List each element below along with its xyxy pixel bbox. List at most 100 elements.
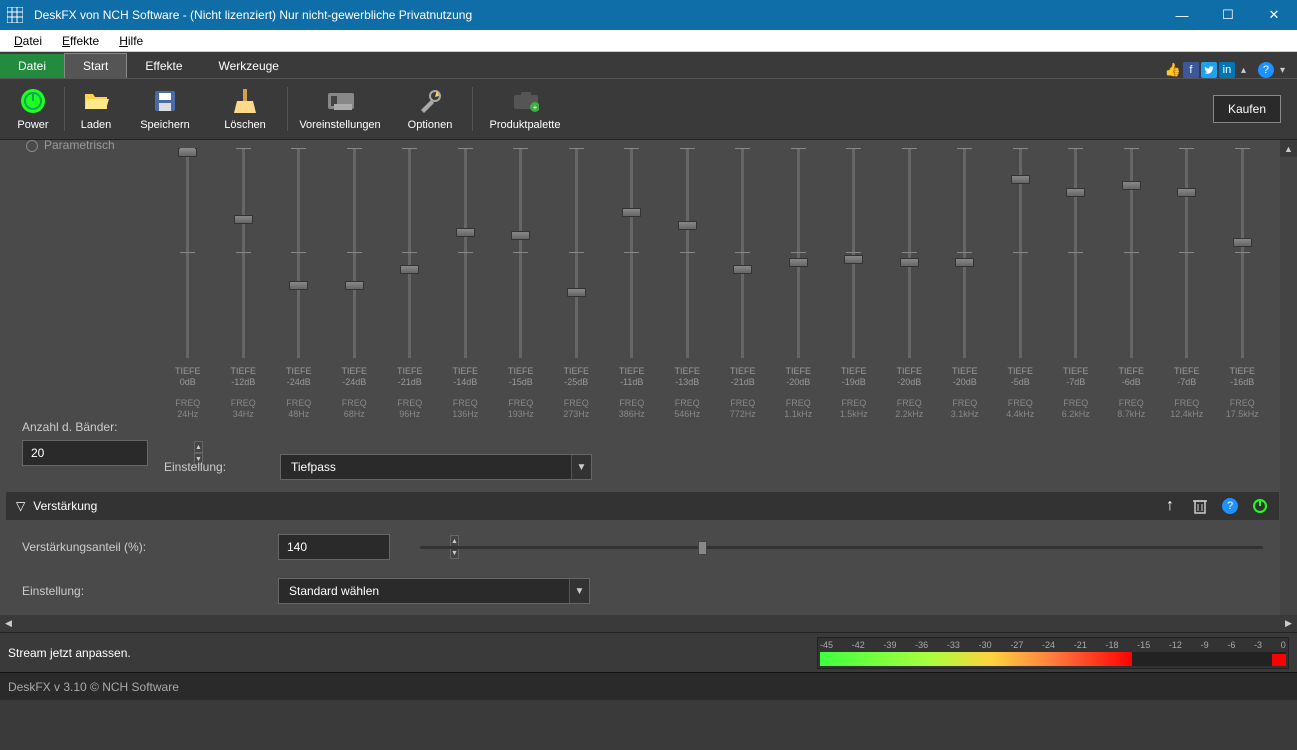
amp-setting-value: Standard wählen bbox=[279, 584, 569, 598]
minimize-button[interactable]: — bbox=[1159, 0, 1205, 30]
eq-slider[interactable] bbox=[852, 148, 855, 358]
close-button[interactable]: ✕ bbox=[1251, 0, 1297, 30]
vertical-scrollbar[interactable]: ▲ ▼ bbox=[1280, 140, 1297, 632]
power-button[interactable]: Power bbox=[4, 80, 62, 138]
eq-band: TIEFE-21dB FREQ96Hz bbox=[382, 144, 438, 420]
section-power-icon[interactable] bbox=[1251, 497, 1269, 515]
eq-slider[interactable] bbox=[908, 148, 911, 358]
chevron-down-icon[interactable]: ▼ bbox=[569, 579, 589, 603]
eq-slider[interactable] bbox=[519, 148, 522, 358]
amp-title: Verstärkung bbox=[33, 499, 1149, 513]
presets-label: Voreinstellungen bbox=[299, 119, 380, 131]
presets-button[interactable]: Voreinstellungen bbox=[290, 80, 390, 138]
eq-setting-value: Tiefpass bbox=[281, 460, 571, 474]
eq-band: TIEFE-21dBFREQ772Hz bbox=[715, 144, 771, 420]
eq-slider[interactable] bbox=[741, 148, 744, 358]
eq-slider[interactable] bbox=[464, 148, 467, 358]
menu-effects[interactable]: Effekte bbox=[54, 32, 107, 50]
tab-file[interactable]: Datei bbox=[0, 54, 64, 78]
scroll-left-icon[interactable]: ◀ bbox=[0, 615, 17, 632]
eq-slider[interactable] bbox=[1241, 148, 1244, 358]
eq-slider[interactable] bbox=[1130, 148, 1133, 358]
eq-band: TIEFE-24dBFREQ48Hz bbox=[271, 144, 327, 420]
dropdown-icon[interactable]: ▾ bbox=[1280, 65, 1285, 76]
eq-slider[interactable] bbox=[353, 148, 356, 358]
eq-slider[interactable] bbox=[686, 148, 689, 358]
eq-freq-label: FREQ2.2kHz bbox=[895, 398, 923, 420]
status-text: Stream jetzt anpassen. bbox=[8, 646, 131, 660]
menu-help[interactable]: Hilfe bbox=[111, 32, 151, 50]
eq-band: TIEFE-11dBFREQ386Hz bbox=[604, 144, 660, 420]
trash-icon[interactable] bbox=[1191, 497, 1209, 515]
chevron-down-icon[interactable]: ▼ bbox=[571, 455, 591, 479]
eq-depth-label: TIEFE-21dB bbox=[397, 366, 423, 388]
amp-setting-combo[interactable]: Standard wählen ▼ bbox=[278, 578, 590, 604]
eq-band: TIEFE-25dBFREQ273Hz bbox=[549, 144, 605, 420]
save-button[interactable]: Speichern bbox=[125, 80, 205, 138]
help-icon[interactable]: ? bbox=[1221, 497, 1239, 515]
help-icon[interactable]: ? bbox=[1258, 62, 1274, 78]
tab-effects[interactable]: Effekte bbox=[127, 54, 200, 78]
eq-depth-label: TIEFE-16dB bbox=[1229, 366, 1255, 388]
eq-slider[interactable] bbox=[1019, 148, 1022, 358]
options-button[interactable]: Optionen bbox=[390, 80, 470, 138]
eq-band: TIEFE0dBFREQ24Hz bbox=[160, 144, 216, 420]
horizontal-scrollbar[interactable]: ◀ ▶ bbox=[0, 615, 1297, 632]
amp-spinner[interactable]: ▲▼ bbox=[278, 534, 390, 560]
eq-slider[interactable] bbox=[242, 148, 245, 358]
eq-slider[interactable] bbox=[408, 148, 411, 358]
clear-button[interactable]: Löschen bbox=[205, 80, 285, 138]
maximize-button[interactable]: ☐ bbox=[1205, 0, 1251, 30]
eq-slider[interactable] bbox=[1185, 148, 1188, 358]
eq-depth-label: TIEFE-11dB bbox=[619, 366, 645, 388]
tab-tools[interactable]: Werkzeuge bbox=[201, 54, 297, 78]
eq-setting-combo[interactable]: Tiefpass ▼ bbox=[280, 454, 592, 480]
eq-depth-label: TIEFE-20dB bbox=[896, 366, 922, 388]
parametric-radio[interactable] bbox=[26, 140, 38, 152]
move-up-icon[interactable]: ↑ bbox=[1161, 497, 1179, 515]
level-meter: -45-42-39-36-33-30-27-24-21-18-15-12-9-6… bbox=[817, 637, 1289, 669]
eq-slider[interactable] bbox=[963, 148, 966, 358]
eq-freq-label: FREQ96Hz bbox=[397, 398, 422, 420]
amp-slider[interactable] bbox=[420, 540, 1263, 554]
thumbs-up-icon[interactable]: 👍 bbox=[1165, 62, 1181, 78]
eq-depth-label: TIEFE-20dB bbox=[785, 366, 811, 388]
eq-depth-label: TIEFE-7dB bbox=[1063, 366, 1089, 388]
facebook-icon[interactable]: f bbox=[1183, 62, 1199, 78]
eq-slider[interactable] bbox=[575, 148, 578, 358]
scroll-up-icon[interactable]: ▲ bbox=[1280, 140, 1297, 157]
load-button[interactable]: Laden bbox=[67, 80, 125, 138]
amp-header[interactable]: ▽ Verstärkung ↑ ? bbox=[6, 492, 1279, 520]
menubar: Datei Effekte Hilfe bbox=[0, 30, 1297, 52]
footer-text: DeskFX v 3.10 © NCH Software bbox=[8, 680, 179, 694]
scroll-right-icon[interactable]: ▶ bbox=[1280, 615, 1297, 632]
eq-slider[interactable] bbox=[1074, 148, 1077, 358]
tab-start[interactable]: Start bbox=[64, 53, 127, 78]
eq-slider[interactable] bbox=[297, 148, 300, 358]
save-icon bbox=[151, 87, 179, 115]
twitter-icon[interactable] bbox=[1201, 62, 1217, 78]
eq-band: TIEFE-20dBFREQ3.1kHz bbox=[937, 144, 993, 420]
spin-up-icon[interactable]: ▲ bbox=[194, 441, 203, 453]
chevron-icon[interactable]: ▴ bbox=[1241, 65, 1246, 76]
buy-button[interactable]: Kaufen bbox=[1213, 95, 1281, 123]
suite-button[interactable]: + Produktpalette bbox=[475, 80, 575, 138]
eq-slider[interactable] bbox=[797, 148, 800, 358]
meter-tick: -9 bbox=[1201, 640, 1209, 650]
meter-tick: -42 bbox=[852, 640, 865, 650]
meter-tick: -15 bbox=[1137, 640, 1150, 650]
eq-slider[interactable] bbox=[630, 148, 633, 358]
eq-band: TIEFE-13dBFREQ546Hz bbox=[660, 144, 716, 420]
bands-spinner[interactable]: ▲▼ bbox=[22, 440, 148, 466]
menu-file[interactable]: Datei bbox=[6, 32, 50, 50]
power-icon bbox=[19, 87, 47, 115]
tools-icon bbox=[416, 87, 444, 115]
collapse-icon[interactable]: ▽ bbox=[16, 499, 25, 513]
save-label: Speichern bbox=[140, 119, 190, 131]
eq-slider[interactable] bbox=[186, 148, 189, 358]
parametric-label: Parametrisch bbox=[44, 140, 115, 152]
svg-text:+: + bbox=[533, 103, 538, 112]
eq-freq-label: FREQ8.7kHz bbox=[1117, 398, 1145, 420]
eq-depth-label: TIEFE-24dB bbox=[286, 366, 312, 388]
linkedin-icon[interactable]: in bbox=[1219, 62, 1235, 78]
